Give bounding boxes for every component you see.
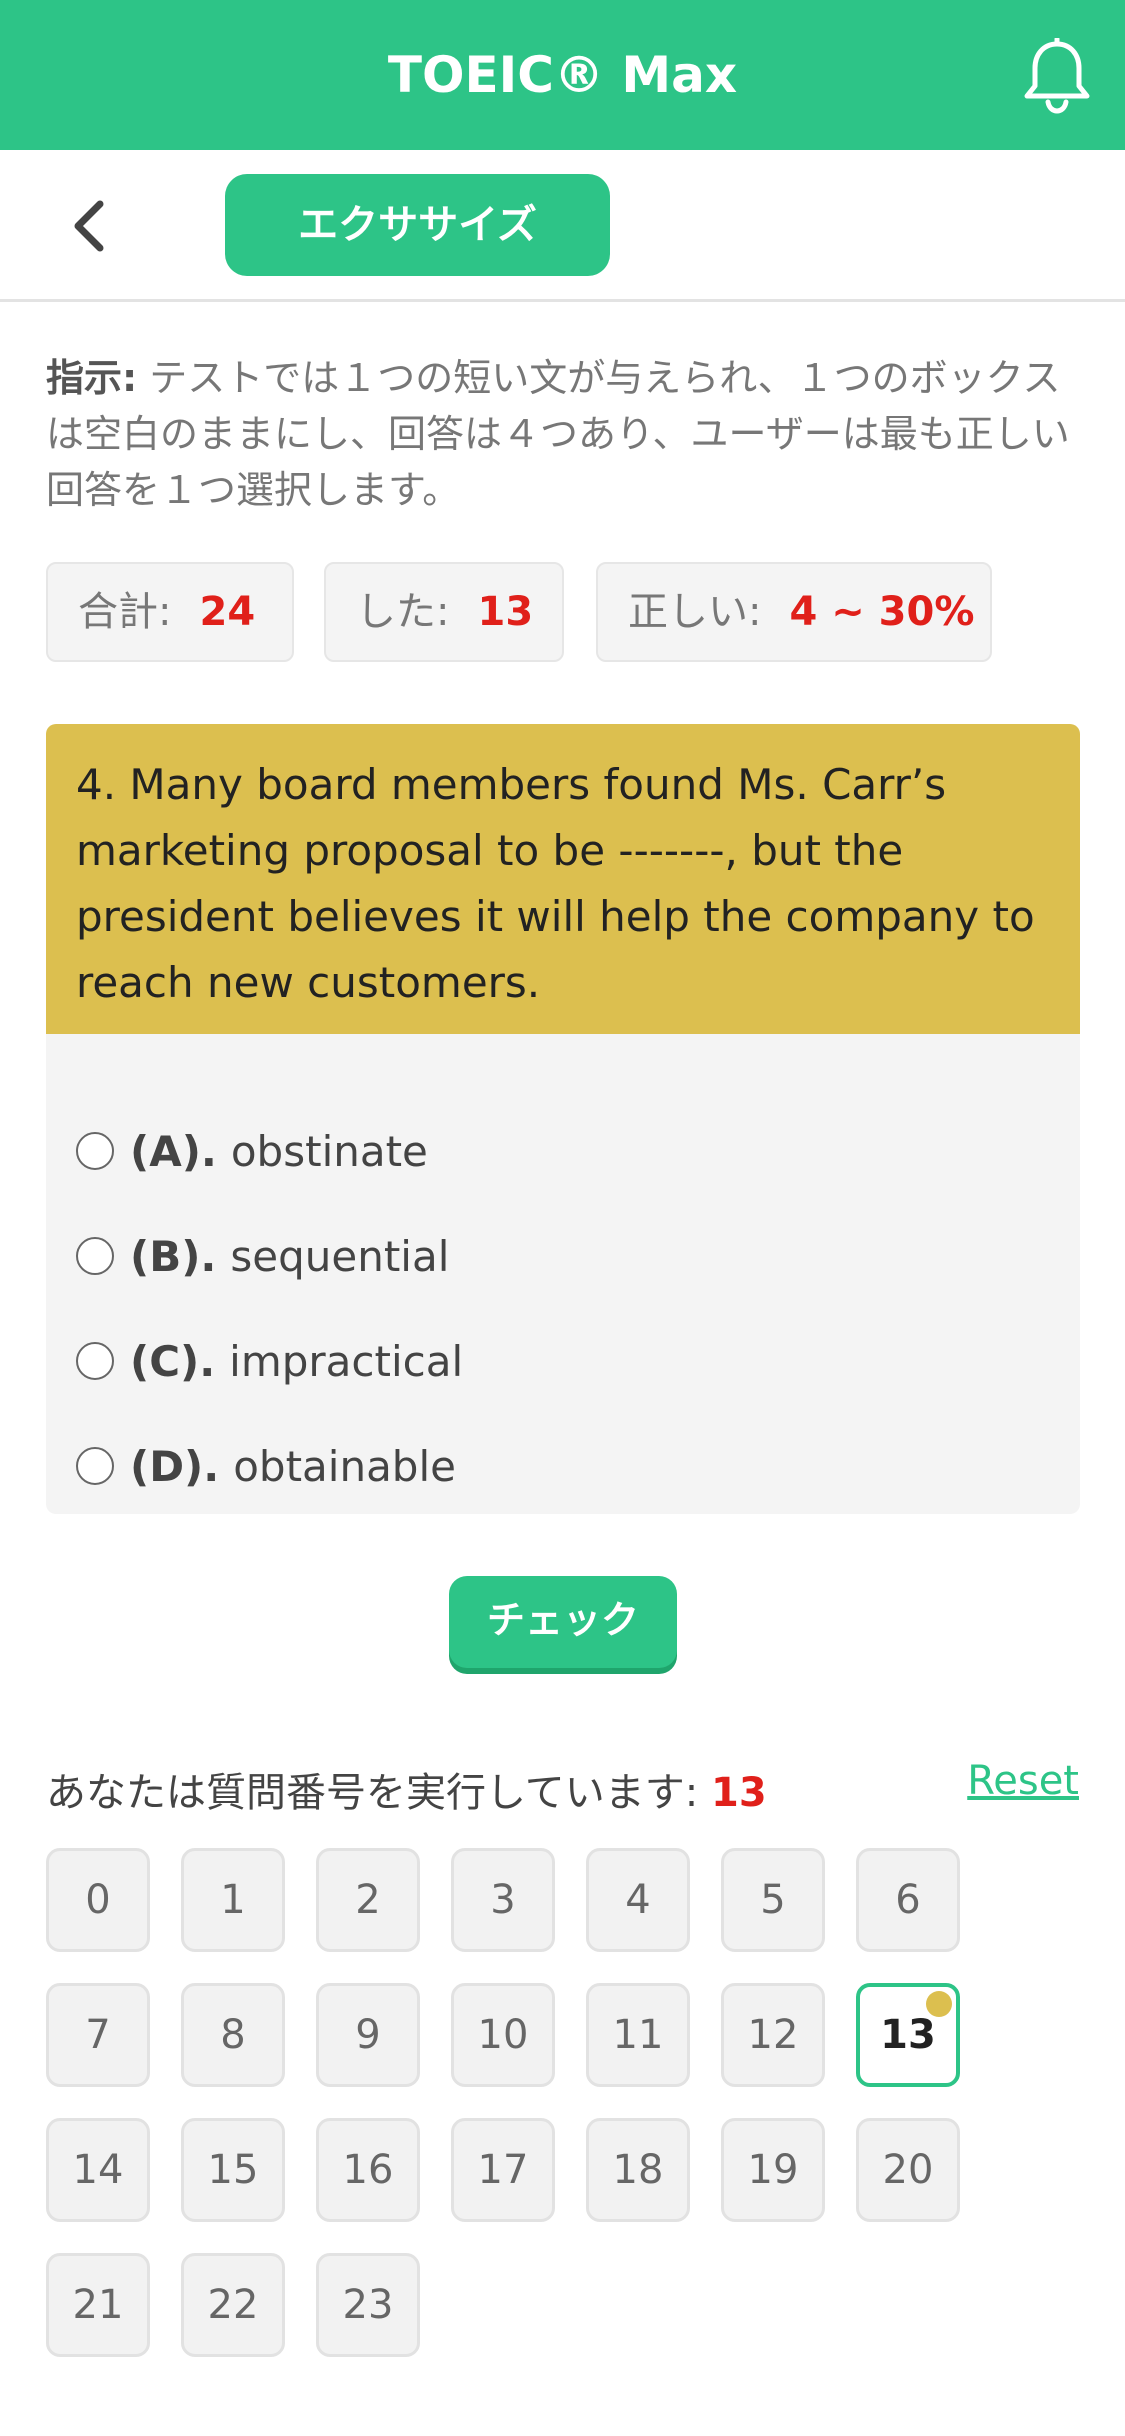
question-number-button[interactable]: 12 [721,1983,825,2087]
option-key: (B). [130,1231,217,1281]
question-number-button[interactable]: 1 [181,1848,285,1952]
option-d[interactable]: (D). obtainable [76,1431,456,1501]
chevron-left-icon[interactable] [62,198,118,254]
bell-icon[interactable] [1021,38,1093,114]
question-number-button[interactable]: 23 [316,2253,420,2357]
option-c[interactable]: (C). impractical [76,1326,463,1396]
option-a[interactable]: (A). obstinate [76,1116,428,1186]
option-text: obtainable [233,1441,456,1491]
check-button[interactable]: チェック [449,1576,677,1668]
stat-correct: 正しい: 4 ~ 30% [596,562,992,662]
stat-total: 合計: 24 [46,562,294,662]
radio-button[interactable] [76,1237,114,1275]
question-number-button[interactable]: 17 [451,2118,555,2222]
question-number-button[interactable]: 6 [856,1848,960,1952]
instructions-label: 指示: [46,356,138,400]
exercise-tab-button[interactable]: エクササイズ [225,174,610,276]
question-number-button[interactable]: 9 [316,1983,420,2087]
question-number-button[interactable]: 22 [181,2253,285,2357]
stat-total-label: 合計: [78,589,172,635]
question-number-button[interactable]: 18 [586,2118,690,2222]
question-text: 4. Many board members found Ms. Carr’s m… [46,724,1080,1034]
option-text: impractical [229,1336,464,1386]
question-number-button[interactable]: 19 [721,2118,825,2222]
stat-done-label: した: [356,589,450,635]
top-app-bar: TOEIC® Max [0,0,1125,150]
reset-link[interactable]: Reset [967,1758,1079,1804]
question-number-button[interactable]: 11 [586,1983,690,2087]
instructions-text: テストでは１つの短い文が与えられ、１つのボックスは空白のままにし、回答は４つあり… [46,356,1070,512]
question-number-button[interactable]: 2 [316,1848,420,1952]
option-text: obstinate [230,1126,428,1176]
question-number-button[interactable]: 15 [181,2118,285,2222]
question-number-button[interactable]: 20 [856,2118,960,2222]
option-key: (D). [130,1441,220,1491]
sub-header: エクササイズ [0,150,1125,302]
question-number-label: 13 [880,2012,936,2058]
current-question-number: 13 [711,1770,767,1816]
question-number-button[interactable]: 7 [46,1983,150,2087]
current-question-button[interactable]: 13 [856,1983,960,2087]
option-key: (A). [130,1126,217,1176]
progress-label: あなたは質問番号を実行しています: [46,1770,699,1816]
progress-indicator: あなたは質問番号を実行しています: 13 [46,1760,767,1818]
option-text: sequential [230,1231,450,1281]
radio-button[interactable] [76,1342,114,1380]
stat-done-value: 13 [477,589,534,635]
app-title: TOEIC® Max [387,46,738,104]
question-number-button[interactable]: 0 [46,1848,150,1952]
instructions: 指示: テストでは１つの短い文が与えられ、１つのボックスは空白のままにし、回答は… [46,350,1076,518]
stat-correct-value: 4 ~ 30% [789,589,975,635]
answer-options: (A). obstinate (B). sequential (C). impr… [46,1034,1080,1514]
question-number-button[interactable]: 10 [451,1983,555,2087]
option-key: (C). [130,1336,216,1386]
question-number-button[interactable]: 3 [451,1848,555,1952]
question-number-button[interactable]: 4 [586,1848,690,1952]
question-number-button[interactable]: 5 [721,1848,825,1952]
question-number-button[interactable]: 14 [46,2118,150,2222]
stat-done: した: 13 [324,562,564,662]
current-indicator-dot [926,1991,952,2017]
radio-button[interactable] [76,1447,114,1485]
question-number-button[interactable]: 16 [316,2118,420,2222]
stat-total-value: 24 [199,589,256,635]
stat-correct-label: 正しい: [628,589,762,635]
option-b[interactable]: (B). sequential [76,1221,449,1291]
radio-button[interactable] [76,1132,114,1170]
question-number-button[interactable]: 8 [181,1983,285,2087]
question-number-button[interactable]: 21 [46,2253,150,2357]
